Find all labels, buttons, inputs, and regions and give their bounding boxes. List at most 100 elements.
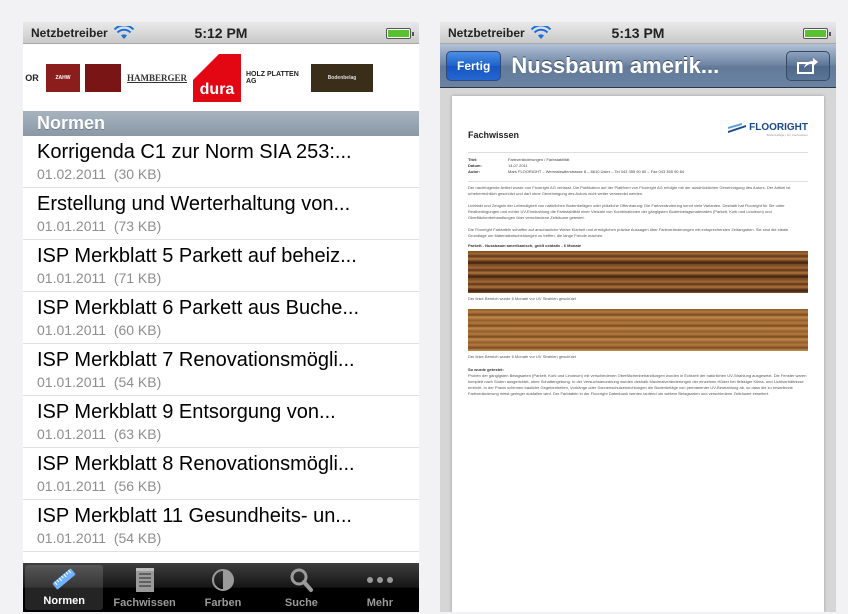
partner-logo[interactable]: [85, 63, 121, 92]
list-item[interactable]: ISP Merkblatt 9 Entsorgung von... 01.01.…: [23, 396, 419, 448]
image-caption: Parkett - Nussbaum amerikanisch, geölt o…: [468, 243, 582, 248]
item-date: 01.01.2011: [37, 322, 107, 338]
brand-sub: Bodenbeläge | Öl | Fachwissen: [766, 133, 808, 137]
list-item[interactable]: Korrigenda C1 zur Norm SIA 253:... 01.02…: [23, 136, 419, 188]
item-title: Erstellung und Werterhaltung von...: [37, 193, 351, 215]
floorright-mark-icon: [728, 122, 747, 133]
tab-label: Farben: [204, 597, 242, 609]
left-phone-screen: Netzbetreiber 5:12 PM OR ZAHW HAMBERGER …: [23, 22, 419, 612]
item-title: ISP Merkblatt 7 Renovationsmögli...: [37, 349, 355, 371]
doc-intro: Der nachfolgende Artikel wurde von Floor…: [468, 181, 808, 197]
tab-label: Normen: [43, 595, 85, 607]
list-item[interactable]: ISP Merkblatt 5 Parkett auf beheiz... 01…: [23, 240, 419, 292]
item-meta: 01.01.2011 (73 KB): [37, 217, 405, 235]
tab-bar: Normen Fachwissen Farben Suche Mehr: [23, 563, 419, 612]
item-title: Korrigenda C1 zur Norm SIA 253:...: [37, 141, 352, 163]
partner-logo[interactable]: OR: [23, 63, 41, 92]
item-date: 01.01.2011: [37, 374, 107, 390]
tab-suche[interactable]: Suche: [262, 563, 340, 612]
notepad-icon: [130, 565, 160, 595]
item-size: (63 KB): [113, 426, 162, 442]
partner-logo[interactable]: [378, 63, 419, 92]
doc-paragraph: Die Floorright Farbtafeln schaffen auf a…: [468, 227, 789, 238]
partner-logo-banner[interactable]: OR ZAHW HAMBERGER dura HOLZ PLATTEN AG B…: [23, 44, 419, 111]
battery-icon: [803, 28, 831, 39]
meta-key: Autor:: [468, 169, 480, 174]
doc-meta: Titel: Farbveränderungen / Farbstabilität…: [468, 152, 808, 175]
tab-fachwissen[interactable]: Fachwissen: [105, 563, 183, 612]
page-title: Nussbaum amerik...: [511, 52, 720, 78]
status-time: 5:13 PM: [611, 24, 665, 41]
document-viewer[interactable]: Fachwissen FLOORIGHT Bodenbeläge | Öl | …: [440, 88, 836, 612]
doc-paragraph: Lichttakt und Zeugnis der Lebendigkeit v…: [468, 203, 785, 220]
more-dots-icon: [365, 565, 395, 595]
item-title: ISP Merkblatt 6 Parkett aus Buche...: [37, 297, 360, 319]
tab-farben[interactable]: Farben: [184, 563, 262, 612]
share-icon: [797, 57, 818, 74]
item-size: (73 KB): [113, 218, 162, 234]
section-header: Normen: [23, 111, 419, 136]
tab-normen[interactable]: Normen: [25, 565, 104, 610]
partner-logo[interactable]: Bodenbelag: [311, 63, 373, 92]
item-meta: 01.01.2011 (71 KB): [37, 269, 405, 287]
doc-subheading: So wurde getestet:: [468, 367, 504, 372]
document-list[interactable]: Korrigenda C1 zur Norm SIA 253:... 01.02…: [23, 136, 419, 563]
item-date: 01.01.2011: [37, 478, 107, 494]
item-meta: 01.01.2011 (54 KB): [37, 529, 405, 547]
list-item[interactable]: ISP Merkblatt 8 Renovationsmögli... 01.0…: [23, 448, 419, 500]
item-date: 01.01.2011: [37, 426, 107, 442]
item-meta: 01.01.2011 (60 KB): [37, 321, 405, 339]
wood-sample-image: [468, 309, 808, 351]
hamberger-logo[interactable]: HAMBERGER: [126, 63, 188, 92]
doc-header: Fachwissen FLOORIGHT Bodenbeläge | Öl | …: [468, 122, 808, 140]
item-title: ISP Merkblatt 11 Gesundheits- un...: [37, 505, 352, 527]
list-item[interactable]: ISP Merkblatt 6 Parkett aus Buche... 01.…: [23, 292, 419, 344]
item-title: ISP Merkblatt 9 Entsorgung von...: [37, 401, 336, 423]
done-button[interactable]: Fertig: [446, 50, 502, 81]
item-date: 01.02.2011: [37, 166, 107, 182]
brand-name: FLOORIGHT: [749, 122, 808, 133]
item-title: ISP Merkblatt 5 Parkett auf beheiz...: [37, 245, 357, 267]
battery-icon: [386, 28, 414, 39]
doc-heading: Fachwissen: [468, 130, 520, 140]
item-size: (60 KB): [113, 322, 162, 338]
tab-label: Mehr: [366, 597, 393, 609]
search-icon: [286, 565, 316, 595]
item-meta: 01.02.2011 (30 KB): [37, 165, 405, 183]
item-meta: 01.01.2011 (54 KB): [37, 373, 405, 391]
item-date: 01.01.2011: [37, 270, 107, 286]
item-size: (56 KB): [113, 478, 162, 494]
floorright-logo: FLOORIGHT Bodenbeläge | Öl | Fachwissen: [728, 122, 808, 137]
navigation-bar: Fertig Nussbaum amerik...: [440, 44, 836, 88]
color-circle-icon: [208, 565, 238, 595]
pdf-page: Fachwissen FLOORIGHT Bodenbeläge | Öl | …: [452, 96, 824, 612]
image-note: Der linke Bereich wurde 6 Monate vor UV …: [468, 354, 576, 359]
item-date: 01.01.2011: [37, 218, 107, 234]
meta-value: Mars FLOORIGHT – Wermatswilerstrasse 8 –…: [508, 169, 685, 174]
right-phone-screen: Netzbetreiber 5:13 PM Fertig Nussbaum am…: [440, 22, 836, 612]
doc-paragraph: Proben der gängigsten Belagsarten (Parke…: [468, 373, 807, 396]
item-title: ISP Merkblatt 8 Renovationsmögli...: [37, 453, 355, 475]
dura-logo[interactable]: dura: [193, 53, 241, 102]
item-size: (54 KB): [113, 530, 162, 546]
tab-mehr[interactable]: Mehr: [341, 563, 419, 612]
item-size: (30 KB): [113, 166, 162, 182]
list-item[interactable]: ISP Merkblatt 11 Gesundheits- un... 01.0…: [23, 500, 419, 552]
share-button[interactable]: [786, 50, 830, 81]
tab-label: Suche: [284, 597, 318, 609]
list-item[interactable]: Erstellung und Werterhaltung von... 01.0…: [23, 188, 419, 240]
status-bar: Netzbetreiber 5:12 PM: [23, 22, 419, 44]
holzplatten-logo[interactable]: HOLZ PLATTEN AG: [246, 63, 306, 92]
item-meta: 01.01.2011 (63 KB): [37, 425, 405, 443]
list-item[interactable]: ISP Merkblatt 7 Renovationsmögli... 01.0…: [23, 344, 419, 396]
tab-label: Fachwissen: [113, 597, 176, 609]
status-bar: Netzbetreiber 5:13 PM: [440, 22, 836, 44]
wood-sample-image: [468, 251, 808, 293]
partner-logo[interactable]: ZAHW: [46, 63, 80, 92]
item-date: 01.01.2011: [37, 530, 107, 546]
item-size: (71 KB): [113, 270, 162, 286]
status-time: 5:12 PM: [194, 24, 248, 41]
ruler-icon: [49, 565, 79, 593]
item-meta: 01.01.2011 (56 KB): [37, 477, 405, 495]
item-size: (54 KB): [113, 374, 162, 390]
